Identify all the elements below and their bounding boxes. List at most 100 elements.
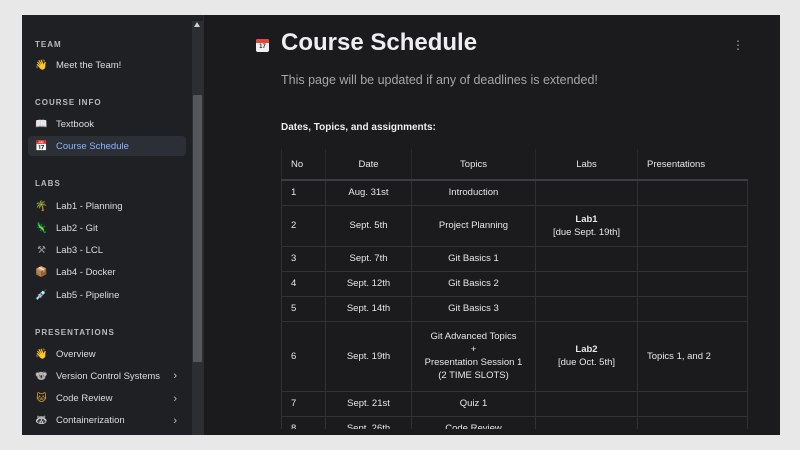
cell-presentations <box>637 245 748 271</box>
sidebar-item-lab3-lcl[interactable]: ⚒ Lab3 - LCL <box>28 241 186 261</box>
lab-due-date: [due Sept. 19th] <box>552 226 621 238</box>
lizard-icon: 🦎 <box>35 222 48 234</box>
table-row: 3 Sept. 7th Git Basics 1 <box>281 245 748 271</box>
sidebar-item-label: Course Schedule <box>56 140 129 152</box>
sidebar-item-lab1-planning[interactable]: 🌴 Lab1 - Planning <box>28 196 186 216</box>
schedule-table: No Date Topics Labs Presentations 1 Aug. … <box>281 149 748 435</box>
cell-date: Sept. 14th <box>325 295 412 321</box>
koala-icon: 🐨 <box>35 370 48 382</box>
chevron-right-icon[interactable]: › <box>173 415 177 427</box>
cell-presentations <box>637 390 748 416</box>
sidebar-item-course-schedule[interactable]: 📅 Course Schedule <box>28 136 186 157</box>
topic-line: Git Basics 1 <box>448 253 499 264</box>
table-row: 2 Sept. 5th Project Planning Lab1 [due Sept.… <box>281 204 748 246</box>
cell-labs: Lab2 [due Oct. 5th] <box>535 320 638 391</box>
sidebar-item-lab2-git[interactable]: 🦎 Lab2 - Git <box>28 218 186 238</box>
waving-hand-icon: 👋 <box>35 348 48 360</box>
sidebar-section-title: PRESENTATIONS <box>35 328 115 337</box>
waving-hand-icon: 👋 <box>35 59 48 71</box>
section-heading: Dates, Topics, and assignments: <box>281 122 436 133</box>
cell-topics: Quiz 1 <box>411 390 536 416</box>
sidebar-item-label: Version Control Systems <box>56 370 161 382</box>
cell-no: 2 <box>281 204 326 246</box>
column-header-presentations: Presentations <box>637 149 748 181</box>
cell-no: 7 <box>281 390 326 416</box>
sidebar-section-title: COURSE INFO <box>35 98 102 107</box>
calendar-icon: 📅 <box>35 140 48 152</box>
cell-labs <box>535 179 638 205</box>
cell-presentations <box>637 179 748 205</box>
table-row: 7 Sept. 21st Quiz 1 <box>281 390 748 416</box>
lab-title: Lab1 <box>575 213 598 225</box>
sidebar-item-label: Lab1 - Planning <box>56 200 123 212</box>
cell-topics: Git Advanced Topics + Presentation Session… <box>411 320 536 391</box>
chevron-right-icon[interactable]: › <box>173 370 177 382</box>
sidebar-item-lab5-pipeline[interactable]: 💉 Lab5 - Pipeline <box>28 285 186 305</box>
app-window: TEAM 👋 Meet the Team! COURSE INFO 📖 Textbook 📅… <box>22 15 780 435</box>
sidebar-item-textbook[interactable]: 📖 Textbook <box>28 114 186 134</box>
cell-date: Sept. 7th <box>325 245 412 271</box>
cell-labs <box>535 390 638 416</box>
topic-line: + <box>470 344 477 355</box>
topic-line: Git Advanced Topics <box>430 331 517 342</box>
sidebar-item-label: Code Review <box>56 393 113 405</box>
package-icon: 📦 <box>35 267 48 279</box>
cell-presentations <box>637 270 748 296</box>
topic-line: Introduction <box>448 187 499 199</box>
topic-line: Presentation Session 1 <box>424 357 523 368</box>
sidebar-section-title: LABS <box>35 179 61 188</box>
lab-title: Lab2 <box>575 344 598 355</box>
cell-labs <box>535 270 638 296</box>
sidebar-item-code-review[interactable]: 🐱 Code Review › <box>28 389 186 409</box>
palm-tree-icon: 🌴 <box>35 200 48 212</box>
lab-due-date: [due Oct. 5th] <box>557 357 616 368</box>
page-subtitle: This page will be updated if any of dead… <box>281 73 598 87</box>
sidebar-item-label: Lab5 - Pipeline <box>56 289 120 301</box>
cell-presentations: Topics 1, and 2 <box>637 320 748 391</box>
sidebar-item-label: Overview <box>56 348 96 360</box>
main-content: 17 Course Schedule ⋮ This page will be u… <box>204 15 780 435</box>
table-row: 6 Sept. 19th Git Advanced Topics + Presentat… <box>281 320 748 391</box>
book-icon: 📖 <box>35 118 48 130</box>
sidebar-item-version-control-systems[interactable]: 🐨 Version Control Systems › <box>28 366 186 386</box>
cell-no: 1 <box>281 179 326 205</box>
table-row: 5 Sept. 14th Git Basics 3 <box>281 295 748 321</box>
sidebar-item-label: Lab4 - Docker <box>56 267 116 279</box>
page-title: Course Schedule <box>281 29 478 56</box>
topic-line: Quiz 1 <box>459 398 488 409</box>
cell-no: 6 <box>281 320 326 391</box>
sidebar-item-lab4-docker[interactable]: 📦 Lab4 - Docker <box>28 263 186 283</box>
more-options-icon[interactable]: ⋮ <box>732 39 744 51</box>
sidebar-item-meet-the-team[interactable]: 👋 Meet the Team! <box>28 55 186 75</box>
cell-labs: Lab1 [due Sept. 19th] <box>535 204 638 246</box>
sidebar: TEAM 👋 Meet the Team! COURSE INFO 📖 Textbook 📅… <box>22 15 204 435</box>
cell-topics: Git Basics 3 <box>411 295 536 321</box>
topic-line: Git Basics 2 <box>448 278 499 289</box>
table-row: 4 Sept. 12th Git Basics 2 <box>281 270 748 296</box>
topic-line: Project Planning <box>438 220 509 231</box>
sidebar-scrollbar[interactable] <box>192 21 203 435</box>
sidebar-item-overview[interactable]: 👋 Overview <box>28 344 186 364</box>
column-header-date: Date <box>325 149 412 181</box>
cell-date: Sept. 12th <box>325 270 412 296</box>
sidebar-item-label: Meet the Team! <box>56 59 122 71</box>
hammer-pick-icon: ⚒ <box>37 245 46 257</box>
sidebar-item-containerization[interactable]: 🦝 Containerization › <box>28 411 186 431</box>
chevron-right-icon[interactable]: › <box>173 393 177 405</box>
table-row: 1 Aug. 31st Introduction <box>281 179 748 205</box>
cell-presentations <box>637 295 748 321</box>
scroll-up-arrow-icon[interactable] <box>194 22 200 27</box>
cell-no: 3 <box>281 245 326 271</box>
calendar-icon: 17 <box>256 39 269 52</box>
sidebar-item-label: Lab2 - Git <box>56 222 98 234</box>
sidebar-item-label: Lab3 - LCL <box>56 245 104 257</box>
cell-labs <box>535 245 638 271</box>
column-header-no: No <box>281 149 326 181</box>
cell-topics: Git Basics 1 <box>411 245 536 271</box>
column-header-topics: Topics <box>411 149 536 181</box>
scroll-thumb[interactable] <box>193 95 202 362</box>
cell-labs <box>535 295 638 321</box>
cell-topics: Project Planning <box>411 204 536 246</box>
cell-topics: Git Basics 2 <box>411 270 536 296</box>
cell-presentations <box>637 204 748 246</box>
